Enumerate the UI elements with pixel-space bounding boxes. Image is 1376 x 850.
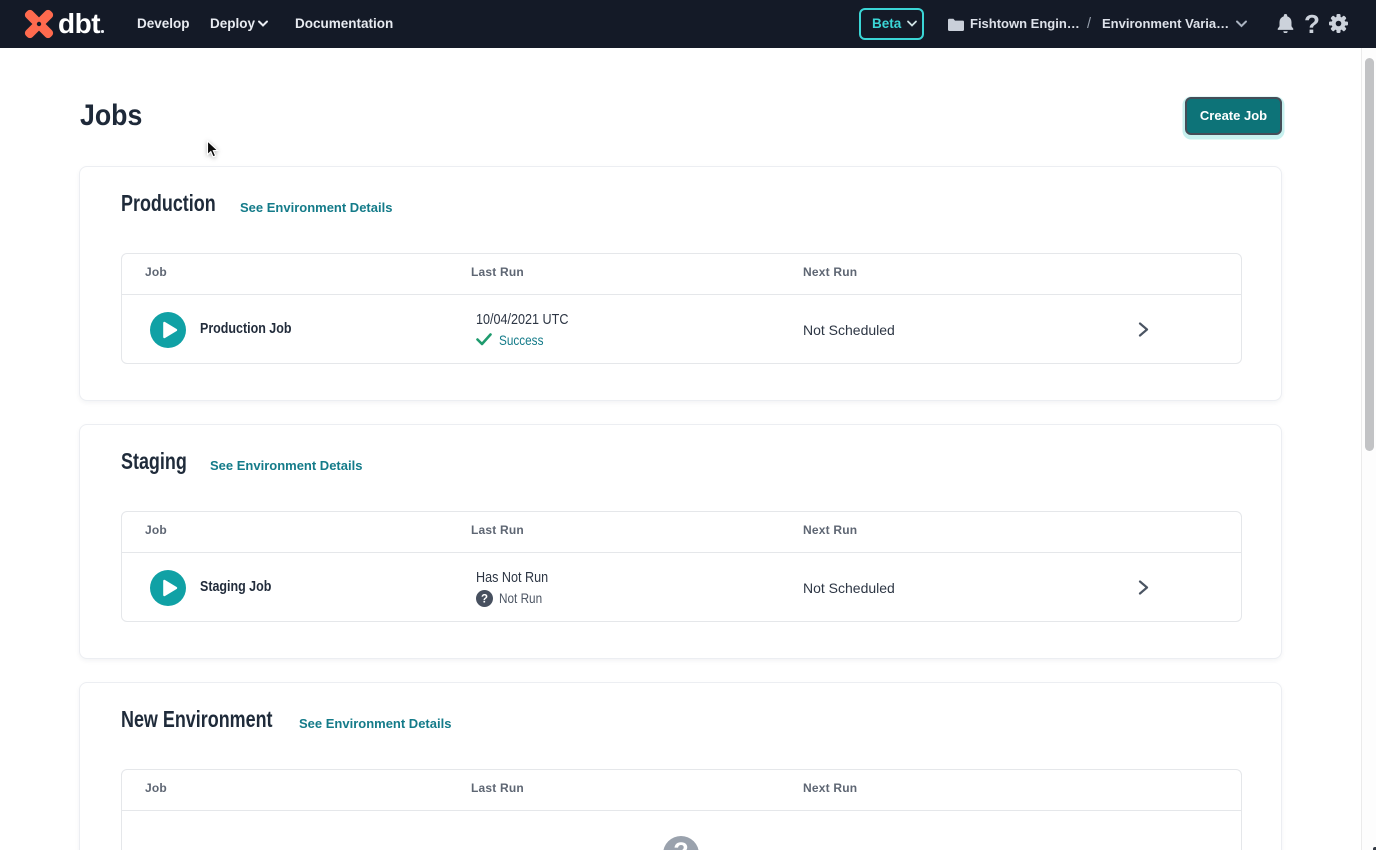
svg-text:?: ? — [481, 594, 488, 606]
